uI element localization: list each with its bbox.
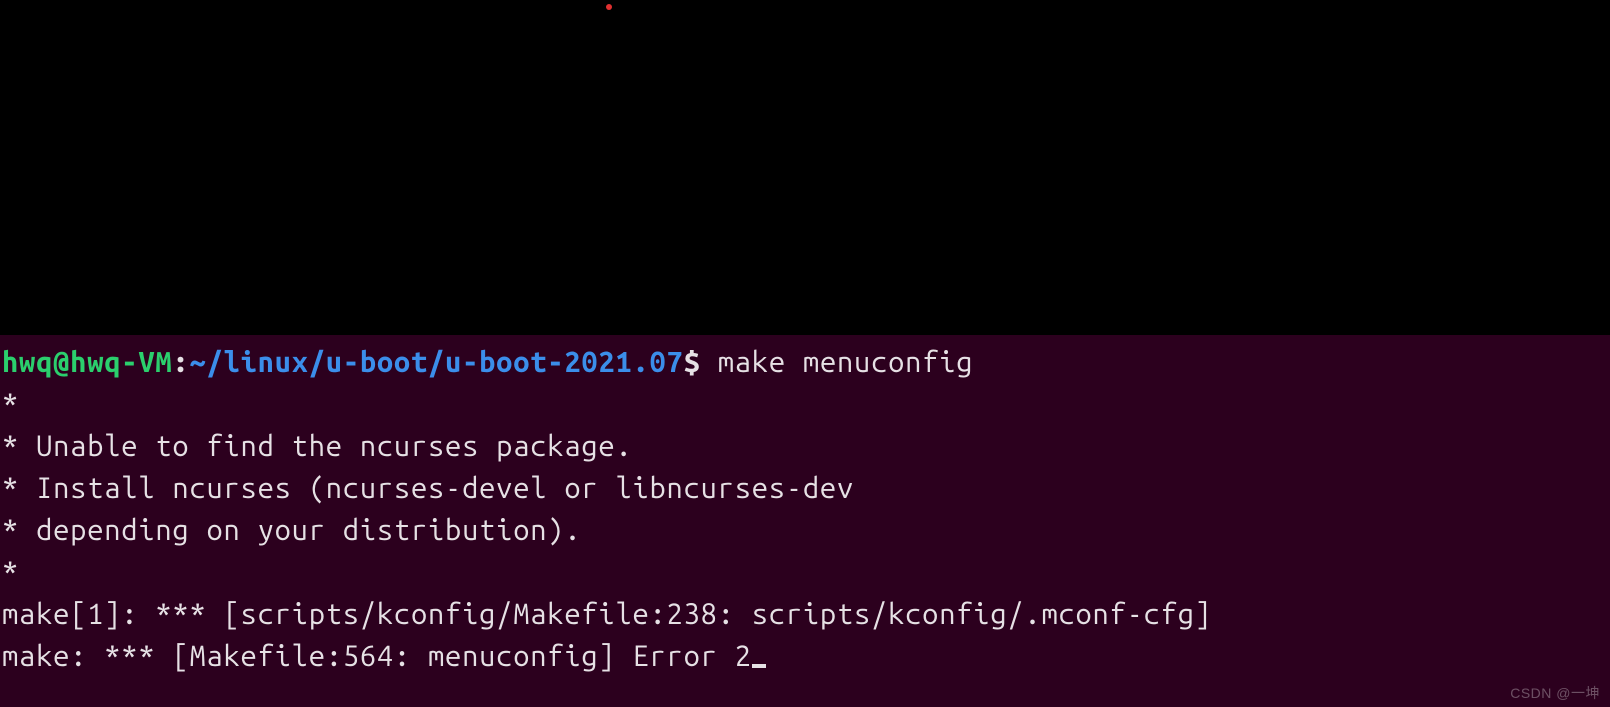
- terminal-window[interactable]: hwq@hwq-VM:~/linux/u-boot/u-boot-2021.07…: [0, 335, 1610, 707]
- terminal-cursor: [752, 664, 766, 668]
- output-line: *: [2, 388, 19, 420]
- prompt-user-host: hwq@hwq-VM: [2, 346, 172, 378]
- output-line: make[1]: *** [scripts/kconfig/Makefile:2…: [2, 598, 1212, 630]
- command-text: [701, 346, 718, 378]
- output-line: *: [2, 556, 19, 588]
- top-black-region: [0, 0, 1610, 335]
- watermark-text: CSDN @一坤: [1510, 683, 1600, 703]
- output-line: * depending on your distribution).: [2, 514, 581, 546]
- terminal-text-content: hwq@hwq-VM:~/linux/u-boot/u-boot-2021.07…: [0, 335, 1610, 677]
- prompt-path: ~/linux/u-boot/u-boot-2021.07: [189, 346, 683, 378]
- command-entered: make menuconfig: [718, 346, 974, 378]
- red-dot-marker: [606, 4, 612, 10]
- prompt-separator: :: [172, 346, 189, 378]
- output-line: make: *** [Makefile:564: menuconfig] Err…: [2, 640, 752, 672]
- output-line: * Unable to find the ncurses package.: [2, 430, 632, 462]
- prompt-symbol: $: [684, 346, 701, 378]
- output-line: * Install ncurses (ncurses-devel or libn…: [2, 472, 854, 504]
